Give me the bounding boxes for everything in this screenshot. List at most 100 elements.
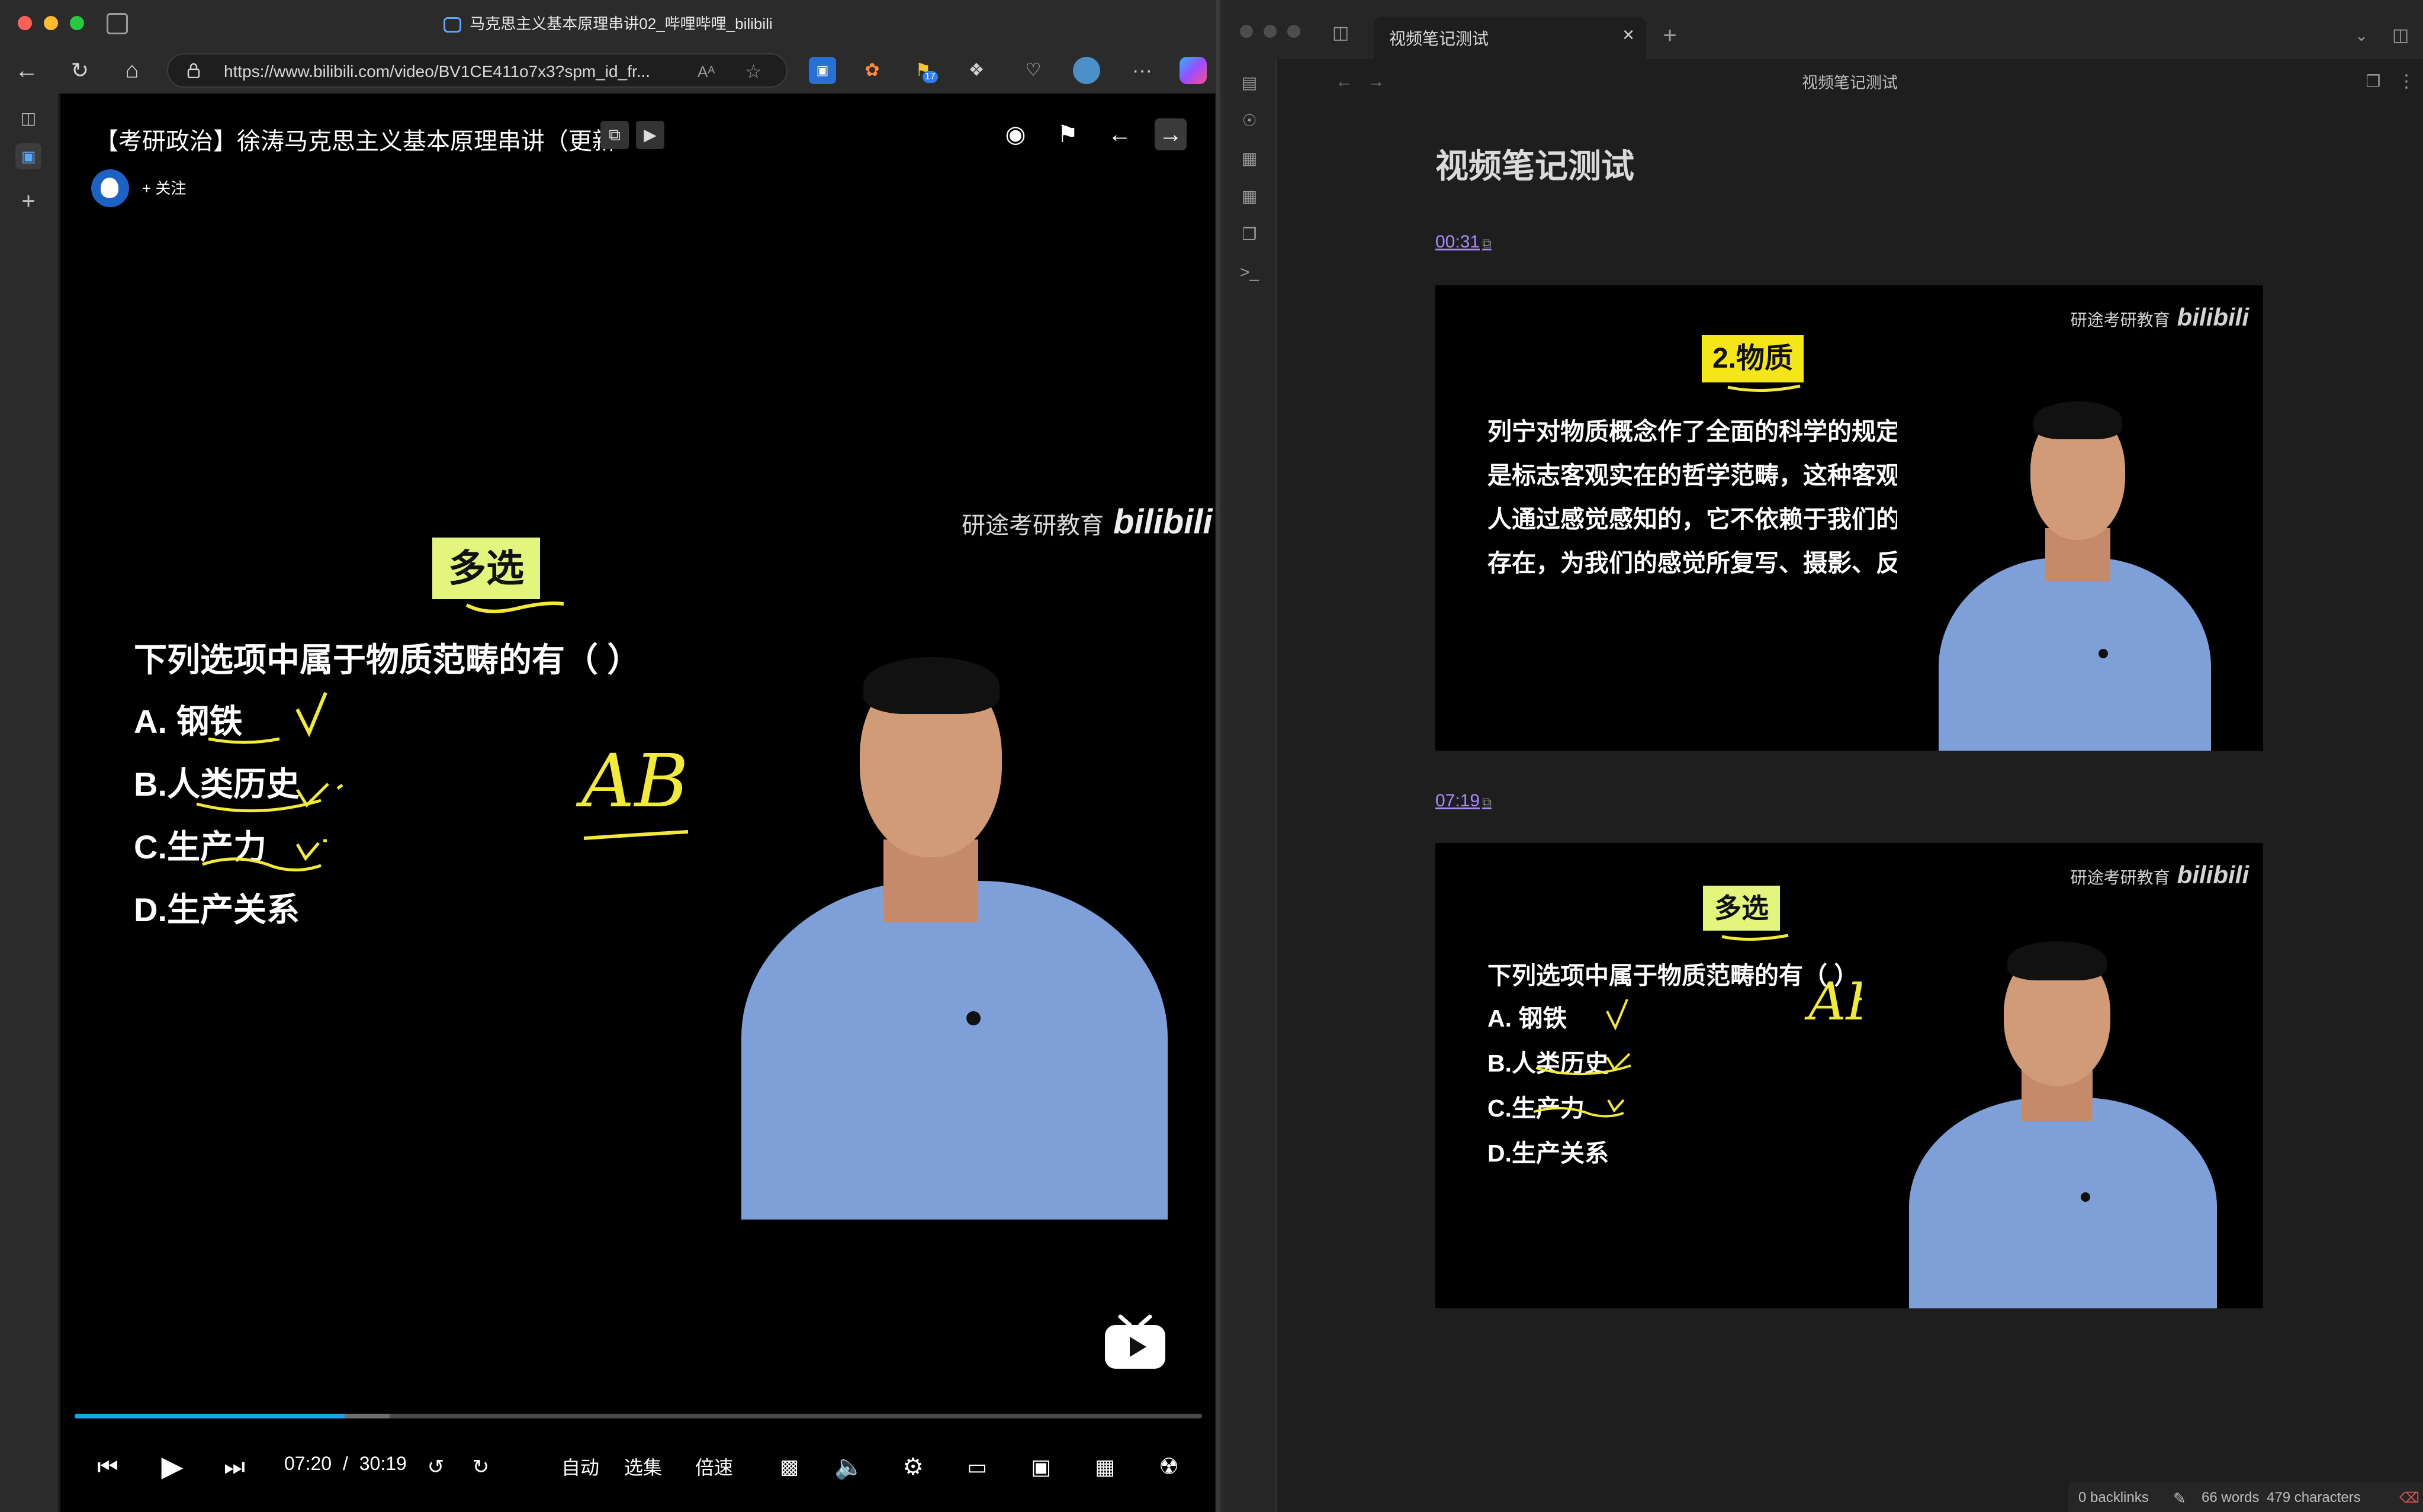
note-tab[interactable]: 视频笔记测试 × (1374, 17, 1646, 59)
web-fullscreen-icon[interactable]: ▦ (1087, 1448, 1123, 1486)
screenshot-frame-icon[interactable]: ▶ (636, 121, 664, 149)
more-options-icon[interactable]: ⋮ (2393, 69, 2419, 95)
canvas-icon[interactable]: ▦ (1236, 146, 1262, 172)
follow-button[interactable]: + 关注 (142, 176, 186, 198)
next-episode-icon[interactable]: ⏭ (217, 1448, 252, 1486)
next-arrow-icon[interactable]: → (1155, 118, 1187, 150)
read-aloud-icon[interactable]: Aᴬ (698, 63, 715, 81)
right-sidebar-toggle-icon[interactable]: ◫ (2387, 22, 2414, 49)
health-icon[interactable]: ♡ (1020, 57, 1047, 84)
video-title: 【考研政治】徐涛马克思主义基本原理串讲（更新 (95, 128, 616, 155)
chevron-down-icon[interactable]: ⌄ (2348, 22, 2374, 49)
fullscreen-icon[interactable]: ☢ (1151, 1448, 1187, 1486)
status-bar: 0 backlinks ✎ 66 words 479 characters ⌫ (2068, 1482, 2423, 1512)
back-arrow-icon[interactable]: ← (12, 56, 41, 85)
video-player[interactable]: 【考研政治】徐涛马克思主义基本原理串讲（更新 ⧉ ▶ ◉ ⚑ ← → + 关注 … (60, 94, 1215, 1512)
copy-icon[interactable]: ❐ (1236, 221, 1262, 247)
tag-underline (1727, 384, 1801, 392)
settings-gear-icon[interactable]: ⚙ (895, 1448, 931, 1486)
obsidian-titlebar: ◫ 视频笔记测试 × + ⌄ ◫ (1223, 0, 2423, 59)
character-count: 479 characters (2267, 1490, 2361, 1505)
note-title[interactable]: 视频笔记测试 (1435, 140, 1634, 188)
bilibili-logo: bilibili (2177, 303, 2249, 331)
previous-arrow-icon[interactable]: ← (1104, 118, 1136, 150)
sidebar-panel-icon[interactable]: ◫ (15, 105, 41, 131)
episodes-button[interactable]: 选集 (624, 1453, 662, 1480)
pip-icon[interactable]: ⧉ (600, 121, 629, 149)
copilot-icon[interactable] (1180, 57, 1207, 84)
window-title-text: 马克思主义基本原理串讲02_哔哩哔哩_bilibili (470, 15, 773, 33)
tag-underline (465, 601, 564, 613)
zoom-window-button[interactable] (1287, 25, 1300, 38)
timestamp-text[interactable]: 07:19 (1435, 791, 1480, 810)
profile-avatar-icon[interactable] (1073, 57, 1100, 84)
uploader-avatar[interactable] (91, 169, 129, 207)
bilibili-tab-icon[interactable]: ▣ (15, 143, 41, 169)
extension-badge-icon[interactable]: ⚑ 17 (910, 57, 938, 84)
forward-icon[interactable]: ↻ (463, 1448, 499, 1486)
timestamp-link[interactable]: 07:19 ⧉ (1435, 791, 1492, 811)
played-fill (75, 1414, 345, 1418)
play-icon[interactable]: ▶ (152, 1448, 193, 1486)
minimize-window-button[interactable] (1264, 25, 1277, 38)
obsidian-ribbon: ▤ ☉ ▦ ▦ ❐ >_ (1223, 59, 1277, 1512)
watermark-text: 研途考研教育 (962, 513, 1104, 539)
quality-auto-button[interactable]: 自动 (561, 1453, 599, 1480)
close-window-button[interactable] (1240, 25, 1253, 38)
obsidian-window: ◫ 视频笔记测试 × + ⌄ ◫ ▤ ☉ ▦ ▦ ❐ >_ ← → 视频笔记测试… (1223, 0, 2423, 1512)
progress-bar[interactable] (75, 1414, 1202, 1418)
extension-orange-icon[interactable]: ✿ (859, 57, 886, 84)
new-tab-plus-icon[interactable]: + (15, 188, 41, 214)
timestamp-link[interactable]: 00:31 ⧉ (1435, 232, 1492, 252)
external-link-icon: ⧉ (1482, 236, 1492, 250)
video-watermark: 研途考研教育 bilibili (962, 502, 1213, 542)
presenter (688, 603, 1209, 1220)
volume-icon[interactable]: 🔈 (831, 1448, 867, 1486)
word-count: 66 words (2202, 1490, 2260, 1505)
files-icon[interactable]: ▤ (1236, 70, 1262, 96)
bilibili-logo: bilibili (1113, 503, 1213, 541)
video-screenshot: 研途考研教育 bilibili 多选 下列选项中属于物质范畴的有（ ） A. 钢铁… (1435, 843, 2263, 1308)
extensions-puzzle-icon[interactable]: ❖ (963, 57, 990, 84)
screenshot-watermark: 研途考研教育 bilibili (2071, 861, 2249, 889)
more-menu-icon[interactable]: ··· (1129, 57, 1156, 84)
browser-titlebar: 马克思主义基本原理串讲02_哔哩哔哩_bilibili (0, 0, 1216, 47)
edit-pencil-icon[interactable]: ✎ (2173, 1490, 2186, 1508)
sidebar-toggle-icon[interactable]: ◫ (1328, 20, 1354, 46)
header-title[interactable]: 视频笔记测试 (1277, 70, 2423, 93)
close-tab-icon[interactable]: × (1622, 24, 1634, 47)
window-title: 马克思主义基本原理串讲02_哔哩哔哩_bilibili (0, 12, 1216, 34)
favorite-star-icon[interactable]: ☆ (745, 60, 762, 83)
presenter (1897, 362, 2252, 751)
camera-icon[interactable]: ◉ (1000, 118, 1031, 150)
url-text[interactable]: https://www.bilibili.com/video/BV1CE411o… (224, 62, 650, 81)
watermark-text: 研途考研教育 (2070, 311, 2170, 329)
reading-view-icon[interactable]: ❐ (2360, 69, 2386, 95)
slide-question: 下列选项中属于物质范畴的有（ ） (1487, 962, 1859, 989)
external-link-icon: ⧉ (1482, 794, 1492, 809)
extension-blue-icon[interactable]: ▣ (809, 57, 836, 84)
time-current: 07:20 (284, 1453, 332, 1474)
slide-question: 下列选项中属于物质范畴的有（ ） (134, 641, 641, 678)
mini-player-icon[interactable]: ▭ (959, 1448, 995, 1486)
terminal-icon[interactable]: >_ (1236, 259, 1262, 285)
tag-underline (1721, 934, 1789, 941)
speed-button[interactable]: 倍速 (695, 1453, 733, 1480)
time-total: 30:19 (359, 1453, 407, 1474)
timestamp-text[interactable]: 00:31 (1435, 232, 1480, 252)
home-icon[interactable]: ⌂ (117, 56, 147, 85)
vertical-tab-sidebar: ◫ ▣ + (0, 94, 58, 1512)
rewind-icon[interactable]: ↺ (418, 1448, 454, 1486)
flag-icon[interactable]: ⚑ (1052, 118, 1084, 150)
bilibili-tv-icon[interactable] (1103, 1314, 1168, 1371)
new-tab-plus-icon[interactable]: + (1657, 22, 1683, 49)
address-bar[interactable]: https://www.bilibili.com/video/BV1CE411o… (167, 53, 788, 88)
sync-status-icon[interactable]: ⌫ (2399, 1490, 2419, 1507)
widescreen-icon[interactable]: ▣ (1023, 1448, 1059, 1486)
calendar-icon[interactable]: ▦ (1236, 184, 1262, 210)
refresh-icon[interactable]: ↻ (65, 56, 95, 85)
graph-icon[interactable]: ☉ (1236, 108, 1262, 134)
subtitle-off-icon[interactable]: ▩ (769, 1448, 810, 1486)
previous-episode-icon[interactable]: ⏮ (90, 1448, 126, 1486)
backlinks-count[interactable]: 0 backlinks (2078, 1490, 2149, 1506)
